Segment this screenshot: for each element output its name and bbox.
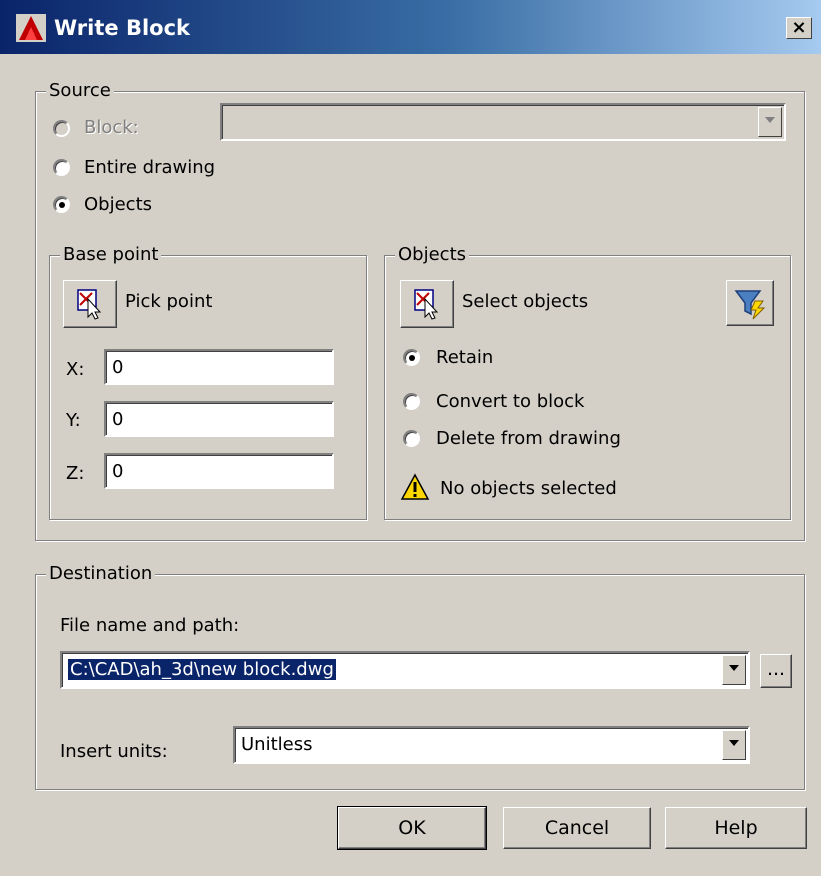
entire-drawing-radio[interactable] <box>53 159 70 176</box>
window-title: Write Block <box>54 16 190 40</box>
select-objects-icon <box>414 289 439 320</box>
block-label: Block: <box>84 117 139 138</box>
chevron-down-icon <box>729 740 739 746</box>
convert-to-block-label[interactable]: Convert to block <box>436 391 584 412</box>
retain-label[interactable]: Retain <box>436 347 493 368</box>
select-objects-button[interactable] <box>400 280 454 328</box>
chevron-down-icon <box>765 117 775 123</box>
radio-dot <box>409 355 415 361</box>
chevron-down-icon <box>729 665 739 671</box>
delete-from-drawing-label[interactable]: Delete from drawing <box>436 428 621 449</box>
objects-legend: Objects <box>395 244 470 265</box>
file-path-value: C:\CAD\ah_3d\new block.dwg <box>68 659 336 680</box>
objects-label[interactable]: Objects <box>84 194 152 215</box>
close-button[interactable]: × <box>786 17 812 39</box>
pick-point-button[interactable] <box>63 280 117 328</box>
objects-radio[interactable] <box>53 196 70 213</box>
insert-units-select[interactable]: Unitless <box>233 726 750 764</box>
cancel-button[interactable]: Cancel <box>503 807 651 849</box>
autocad-logo-icon <box>16 14 46 42</box>
file-name-label: File name and path: <box>60 615 240 636</box>
destination-legend: Destination <box>46 563 156 584</box>
pick-point-icon <box>77 289 102 320</box>
block-select-dropdown-button[interactable] <box>758 107 782 137</box>
quick-select-filter-icon <box>734 290 766 320</box>
block-radio[interactable] <box>53 120 70 137</box>
pick-point-label[interactable]: Pick point <box>125 291 212 312</box>
select-objects-label[interactable]: Select objects <box>462 291 588 312</box>
insert-units-label: Insert units: <box>60 741 168 762</box>
block-select[interactable] <box>220 103 786 141</box>
file-path-input[interactable]: C:\CAD\ah_3d\new block.dwg <box>60 651 750 689</box>
x-input[interactable]: 0 <box>104 349 334 385</box>
entire-drawing-label[interactable]: Entire drawing <box>84 157 215 178</box>
base-point-legend: Base point <box>60 244 162 265</box>
convert-to-block-radio[interactable] <box>403 393 420 410</box>
quick-select-button[interactable] <box>726 280 774 326</box>
warning-triangle-icon <box>400 473 430 500</box>
browse-button[interactable]: ... <box>760 654 792 688</box>
file-path-dropdown-button[interactable] <box>722 655 746 685</box>
insert-units-dropdown-button[interactable] <box>722 730 746 760</box>
y-label: Y: <box>66 410 81 431</box>
retain-radio[interactable] <box>403 349 420 366</box>
y-input[interactable]: 0 <box>104 401 334 437</box>
z-input[interactable]: 0 <box>104 453 334 489</box>
help-button[interactable]: Help <box>665 807 807 849</box>
ok-button[interactable]: OK <box>337 806 487 850</box>
warning-text: No objects selected <box>440 478 617 499</box>
radio-dot <box>59 202 65 208</box>
z-label: Z: <box>66 463 85 484</box>
x-label: X: <box>66 359 85 380</box>
delete-from-drawing-radio[interactable] <box>403 430 420 447</box>
source-legend: Source <box>46 80 114 101</box>
